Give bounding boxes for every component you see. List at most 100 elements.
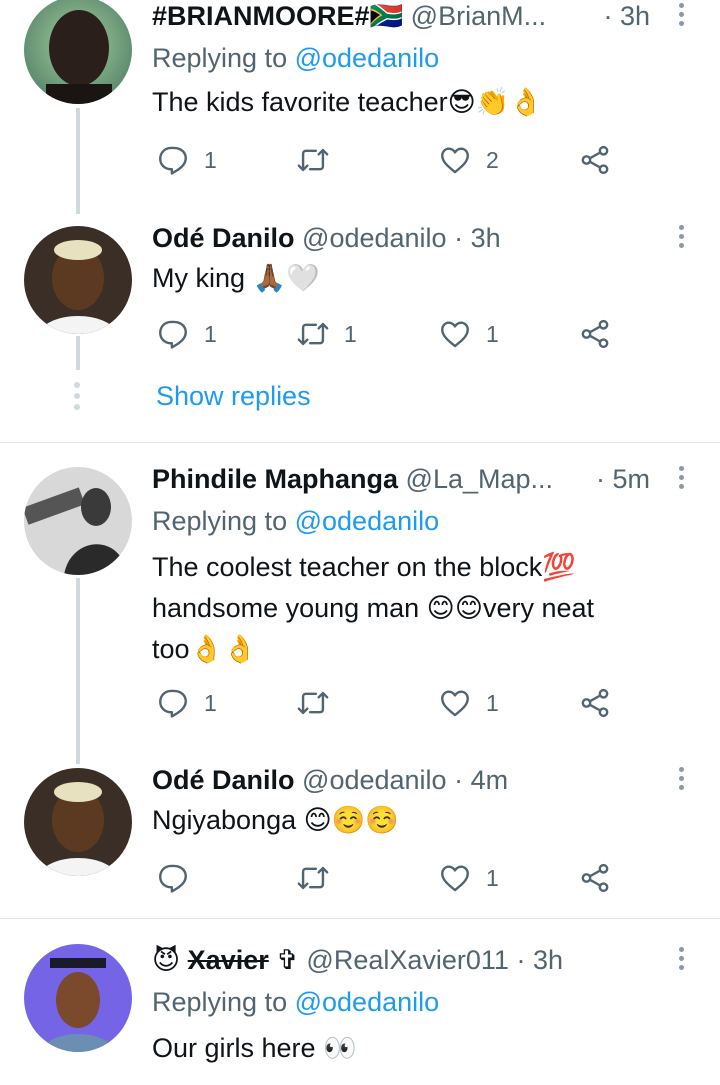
timestamp[interactable]: 3h	[471, 223, 501, 253]
separator: ·	[595, 464, 605, 494]
reply-icon	[156, 143, 190, 177]
reply-count: 1	[204, 146, 217, 173]
mention-link[interactable]: @odedanilo	[295, 43, 440, 73]
retweet-button[interactable]	[296, 858, 344, 898]
show-replies-link[interactable]: Show replies	[156, 380, 311, 412]
tweet-actions: 1 1 1	[152, 314, 622, 354]
handle[interactable]: @La_Map...	[406, 464, 554, 494]
tweet-text: The coolest teacher on the block💯 handso…	[152, 547, 672, 670]
replying-prefix: Replying to	[152, 43, 288, 73]
tweet-actions: 1	[152, 858, 622, 898]
retweet-icon	[296, 143, 330, 177]
tweet-text: Our girls here 👀	[152, 1033, 357, 1063]
retweet-count: 1	[344, 320, 357, 347]
share-button[interactable]	[578, 314, 612, 354]
reply-icon	[156, 861, 190, 895]
share-button[interactable]	[578, 683, 612, 723]
share-icon	[578, 686, 612, 720]
more-options-icon[interactable]	[676, 463, 686, 495]
like-count: 1	[486, 864, 499, 891]
mention-link[interactable]: @odedanilo	[295, 987, 440, 1017]
avatar[interactable]	[24, 226, 132, 334]
avatar[interactable]	[24, 944, 132, 1052]
tweet-header: Odé Danilo @odedanilo · 3h	[152, 222, 650, 254]
tweet-actions: 1 1	[152, 683, 622, 723]
share-button[interactable]	[578, 858, 612, 898]
handle[interactable]: @odedanilo	[302, 223, 447, 253]
thread-dot	[74, 393, 80, 399]
retweet-button[interactable]: 1	[296, 314, 357, 354]
share-icon	[578, 861, 612, 895]
replying-prefix: Replying to	[152, 506, 288, 536]
time-text: 5m	[612, 464, 650, 494]
reply-button[interactable]: 1	[156, 683, 217, 723]
tweet-actions: 1 2	[152, 140, 622, 180]
timestamp[interactable]: · 5m	[587, 463, 650, 495]
timestamp[interactable]: 4m	[471, 765, 509, 795]
more-options-icon[interactable]	[676, 0, 686, 32]
replying-prefix: Replying to	[152, 987, 288, 1017]
timestamp[interactable]: · 3h	[595, 0, 650, 32]
share-icon	[578, 317, 612, 351]
tweet[interactable]: Odé Danilo @odedanilo · 4m Ngiyabonga 😊☺…	[0, 764, 720, 904]
tweet-header: Odé Danilo @odedanilo · 4m	[152, 764, 650, 796]
more-options-icon[interactable]	[676, 944, 686, 976]
avatar[interactable]	[24, 768, 132, 876]
reply-icon	[156, 317, 190, 351]
display-name[interactable]: Odé Danilo	[152, 223, 295, 253]
display-name[interactable]: Phindile Maphanga	[152, 464, 398, 494]
handle[interactable]: @RealXavier011	[306, 945, 509, 975]
tweet-header: #BRIANMOORE#🇿🇦 @BrianM... · 3h	[152, 0, 650, 32]
like-button[interactable]: 1	[438, 683, 499, 723]
handle[interactable]: @BrianM...	[411, 1, 546, 31]
tweet[interactable]: Odé Danilo @odedanilo · 3h My king 🙏🏾🤍 1…	[0, 222, 720, 382]
like-button[interactable]: 1	[438, 314, 499, 354]
retweet-button[interactable]	[296, 683, 344, 723]
cross-symbol: ✞	[276, 945, 299, 975]
tweet-text-line: too👌👌	[152, 634, 257, 664]
avatar[interactable]	[24, 0, 132, 104]
tweet-text-line: The coolest teacher on the block💯	[152, 552, 576, 582]
tweet-text: Ngiyabonga 😊☺️☺️	[152, 805, 399, 835]
replying-to: Replying to @odedanilo	[152, 505, 439, 537]
time-text: 3h	[619, 1, 650, 31]
tweet-text-line: handsome young man 😊😊very neat	[152, 593, 595, 623]
retweet-icon	[296, 317, 330, 351]
tweet[interactable]: Phindile Maphanga @La_Map... · 5m Replyi…	[0, 463, 720, 733]
separator: ·	[516, 945, 526, 975]
timestamp[interactable]: 3h	[533, 945, 563, 975]
handle[interactable]: @odedanilo	[302, 765, 447, 795]
tweet-text: The kids favorite teacher😎👏👌	[152, 87, 544, 117]
divider	[0, 918, 720, 919]
replying-to: Replying to @odedanilo	[152, 42, 439, 74]
tweet[interactable]: 😈 Xavier ✞ @RealXavier011 · 3h Replying …	[0, 944, 720, 1085]
reply-button[interactable]: 1	[156, 314, 217, 354]
reply-icon	[156, 686, 190, 720]
reply-count: 1	[204, 689, 217, 716]
mention-link[interactable]: @odedanilo	[295, 506, 440, 536]
retweet-button[interactable]	[296, 140, 344, 180]
display-name[interactable]: Odé Danilo	[152, 765, 295, 795]
like-count: 1	[486, 689, 499, 716]
reply-count: 1	[204, 320, 217, 347]
more-options-icon[interactable]	[676, 222, 686, 254]
reply-button[interactable]	[156, 858, 204, 898]
display-name[interactable]: #BRIANMOORE#🇿🇦	[152, 1, 403, 31]
separator: ·	[454, 765, 464, 795]
more-options-icon[interactable]	[676, 764, 686, 796]
like-button[interactable]: 1	[438, 858, 499, 898]
like-icon	[438, 143, 472, 177]
tweet-text: My king 🙏🏾🤍	[152, 263, 320, 293]
divider	[0, 442, 720, 443]
like-icon	[438, 861, 472, 895]
avatar[interactable]	[24, 467, 132, 575]
display-name[interactable]: Xavier	[188, 945, 269, 975]
tweet-header: Phindile Maphanga @La_Map... · 5m	[152, 463, 650, 495]
like-button[interactable]: 2	[438, 140, 499, 180]
like-icon	[438, 317, 472, 351]
share-button[interactable]	[578, 140, 612, 180]
reply-button[interactable]: 1	[156, 140, 217, 180]
retweet-icon	[296, 861, 330, 895]
share-icon	[578, 143, 612, 177]
tweet[interactable]: #BRIANMOORE#🇿🇦 @BrianM... · 3h Replying …	[0, 0, 720, 200]
